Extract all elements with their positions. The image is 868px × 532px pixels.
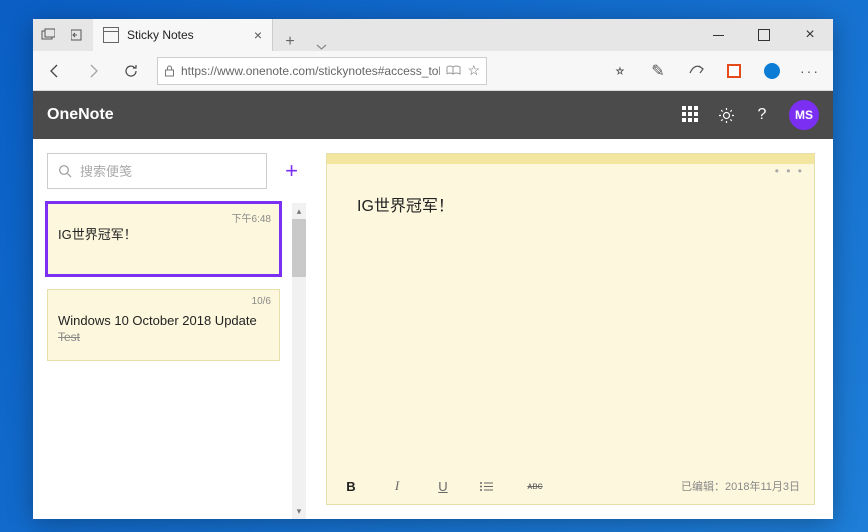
search-row: + <box>47 153 306 189</box>
note-subtext: Test <box>58 330 269 344</box>
scroll-up-icon[interactable]: ▴ <box>292 203 306 219</box>
more-menu-icon[interactable]: ··· <box>791 51 829 91</box>
notes-list: 下午6:48 IG世界冠军！ 10/6 Windows 10 October 2… <box>47 203 292 519</box>
strikethrough-button[interactable]: ᴀʙᴄ <box>525 481 545 492</box>
note-title: Windows 10 October 2018 Update <box>58 312 269 330</box>
editor-text: IG世界冠军！ <box>357 192 784 216</box>
search-icon <box>58 164 72 178</box>
scrollbar[interactable]: ▴ ▾ <box>292 203 306 519</box>
header-right: ? MS <box>681 100 819 130</box>
titlebar-left <box>33 19 93 51</box>
editor-body[interactable]: IG世界冠军！ <box>327 164 814 468</box>
close-tab-icon[interactable]: × <box>254 27 262 43</box>
back-button[interactable] <box>37 51 73 91</box>
reading-view-icon[interactable] <box>446 65 461 76</box>
address-bar: https://www.onenote.com/stickynotes#acce… <box>33 51 833 91</box>
url-text: https://www.onenote.com/stickynotes#acce… <box>181 64 440 78</box>
toolbar-right: ⭐︎ ✎ ··· <box>601 51 829 91</box>
refresh-button[interactable] <box>113 51 149 91</box>
note-menu-icon[interactable]: • • • <box>775 164 804 178</box>
notes-scroll: 下午6:48 IG世界冠军！ 10/6 Windows 10 October 2… <box>47 203 306 519</box>
window-controls: × <box>695 19 833 51</box>
bold-button[interactable]: B <box>341 479 361 494</box>
editor-status: 已编辑：2018年11月3日 <box>681 478 800 494</box>
settings-icon[interactable] <box>717 106 735 124</box>
sidebar: + 下午6:48 IG世界冠军！ 10/6 Windows 10 October… <box>33 139 318 519</box>
content: + 下午6:48 IG世界冠军！ 10/6 Windows 10 October… <box>33 139 833 519</box>
note-timestamp: 10/6 <box>252 296 271 307</box>
maximize-button[interactable] <box>741 19 787 51</box>
new-tab-button[interactable]: + <box>273 33 307 51</box>
favorites-button[interactable]: ⭐︎ <box>601 51 639 91</box>
page-icon <box>103 27 119 43</box>
set-aside-icon[interactable] <box>63 19 93 51</box>
app-launcher-icon[interactable] <box>681 106 699 124</box>
url-box[interactable]: https://www.onenote.com/stickynotes#acce… <box>157 57 487 85</box>
activity-icon[interactable] <box>33 19 63 51</box>
add-note-button[interactable]: + <box>277 153 306 189</box>
help-icon[interactable]: ? <box>753 106 771 124</box>
avatar[interactable]: MS <box>789 100 819 130</box>
tabs-row: Sticky Notes × + <box>93 19 695 51</box>
bullet-list-button[interactable] <box>479 481 499 492</box>
italic-button[interactable]: I <box>387 478 407 494</box>
note-title: IG世界冠军！ <box>58 226 269 244</box>
favorite-icon[interactable]: ☆ <box>467 62 480 79</box>
search-input[interactable] <box>80 164 256 179</box>
office-extension-icon[interactable] <box>715 51 753 91</box>
note-card[interactable]: 10/6 Windows 10 October 2018 Update Test <box>47 289 280 361</box>
scroll-thumb[interactable] <box>292 219 306 277</box>
close-window-button[interactable]: × <box>787 19 833 51</box>
share-icon[interactable] <box>677 51 715 91</box>
app-header: OneNote ? MS <box>33 91 833 139</box>
lock-icon <box>164 65 175 77</box>
browser-window: Sticky Notes × + × https://www.onenote.c… <box>33 19 833 519</box>
note-timestamp: 下午6:48 <box>232 210 271 225</box>
minimize-button[interactable] <box>695 19 741 51</box>
forward-button[interactable] <box>75 51 111 91</box>
note-color-strip <box>327 154 814 164</box>
tab-title: Sticky Notes <box>127 28 194 42</box>
note-editor: • • • IG世界冠军！ B I U ᴀʙᴄ 已编辑：2018年11月3日 <box>326 153 815 505</box>
app-title: OneNote <box>47 106 114 124</box>
tab-sticky-notes[interactable]: Sticky Notes × <box>93 19 273 51</box>
note-card[interactable]: 下午6:48 IG世界冠军！ <box>47 203 280 275</box>
underline-button[interactable]: U <box>433 479 453 494</box>
search-box[interactable] <box>47 153 267 189</box>
tabs-overflow-icon[interactable] <box>307 44 335 51</box>
notes-pen-icon[interactable]: ✎ <box>639 51 677 91</box>
scroll-down-icon[interactable]: ▾ <box>292 503 306 519</box>
editor-toolbar: B I U ᴀʙᴄ 已编辑：2018年11月3日 <box>327 468 814 504</box>
uc-extension-icon[interactable] <box>753 51 791 91</box>
editor-pane: • • • IG世界冠军！ B I U ᴀʙᴄ 已编辑：2018年11月3日 <box>318 139 833 519</box>
titlebar: Sticky Notes × + × <box>33 19 833 51</box>
